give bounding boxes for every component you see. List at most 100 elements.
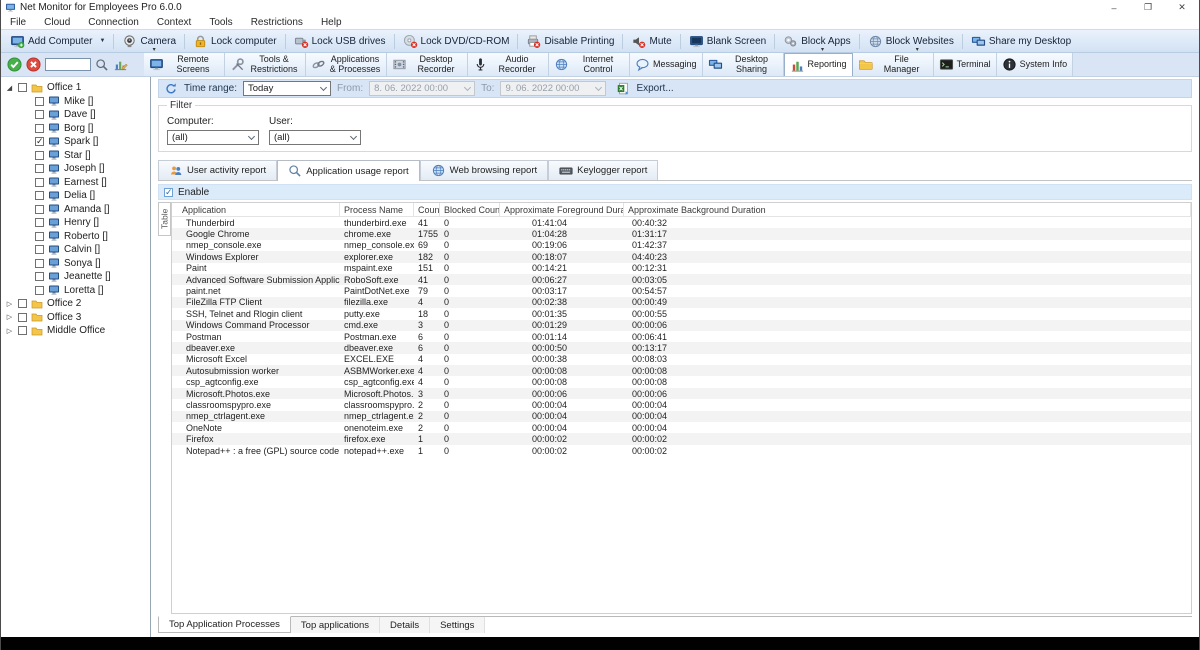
tree-checkbox[interactable]	[35, 286, 44, 295]
tree-checkbox[interactable]	[35, 272, 44, 281]
expand-icon[interactable]: ▷	[5, 300, 14, 308]
user-filter-select[interactable]: (all)	[269, 130, 361, 145]
tree-checkbox[interactable]	[35, 218, 44, 227]
tab-desktop-sharing[interactable]: Desktop Sharing	[703, 53, 784, 76]
search-icon[interactable]	[95, 58, 109, 72]
tab-tools-restrictions[interactable]: Tools & Restrictions	[225, 53, 306, 76]
time-range-select[interactable]: Today	[243, 81, 331, 96]
table-row[interactable]: nmep_ctrlagent.exenmep_ctrlagent.exe2000…	[172, 411, 1191, 422]
tree-group-office-1[interactable]: ◢Office 1	[1, 81, 150, 95]
tree-item-earnest[interactable]: Earnest []	[1, 176, 150, 190]
table-row[interactable]: Windows Explorerexplorer.exe182000:18:07…	[172, 251, 1191, 262]
bottom-tab-top-applications[interactable]: Top applications	[291, 617, 380, 633]
tab-file-manager[interactable]: File Manager	[853, 53, 934, 76]
table-row[interactable]: Windows Command Processorcmd.exe3000:01:…	[172, 320, 1191, 331]
bottom-tab-details[interactable]: Details	[380, 617, 430, 633]
column-header-approximate-foreground-duration[interactable]: Approximate Foreground Duration	[500, 203, 624, 216]
table-row[interactable]: Firefoxfirefox.exe1000:00:0200:00:02	[172, 433, 1191, 444]
tree-item-delia[interactable]: Delia []	[1, 189, 150, 203]
bottom-tab-settings[interactable]: Settings	[430, 617, 485, 633]
tree-item-henry[interactable]: Henry []	[1, 216, 150, 230]
table-row[interactable]: FileZilla FTP Clientfilezilla.exe4000:02…	[172, 297, 1191, 308]
toolbar-camera-button[interactable]: Camera▾	[115, 30, 183, 52]
tree-checkbox[interactable]	[35, 124, 44, 133]
table-row[interactable]: Google Chromechrome.exe1755001:04:2801:3…	[172, 228, 1191, 239]
toolbar-lock-dvd-cd-rom-button[interactable]: Lock DVD/CD-ROM	[396, 30, 517, 52]
search-input[interactable]	[45, 58, 91, 71]
tree-checkbox[interactable]	[18, 326, 27, 335]
column-header-approximate-background-duration[interactable]: Approximate Background Duration	[624, 203, 1191, 216]
tree-item-spark[interactable]: Spark []	[1, 135, 150, 149]
tree-checkbox[interactable]	[35, 232, 44, 241]
table-row[interactable]: Autosubmission workerASBMWorker.exe4000:…	[172, 365, 1191, 376]
tree-checkbox[interactable]	[35, 151, 44, 160]
toolbar-mute-button[interactable]: Mute	[624, 30, 678, 52]
tree-checkbox[interactable]	[35, 259, 44, 268]
menu-restrictions[interactable]: Restrictions	[242, 17, 312, 28]
tree-checkbox[interactable]	[35, 137, 44, 146]
tab-internet-control[interactable]: Internet Control	[549, 53, 630, 76]
table-row[interactable]: csp_agtconfig.execsp_agtconfig.exe4000:0…	[172, 376, 1191, 387]
toolbar-disable-printing-button[interactable]: Disable Printing	[519, 30, 621, 52]
collapse-icon[interactable]: ◢	[5, 84, 14, 92]
expand-icon[interactable]: ▷	[5, 327, 14, 335]
report-tab-web-browsing-report[interactable]: Web browsing report	[420, 160, 548, 180]
report-tab-keylogger-report[interactable]: Keylogger report	[548, 160, 658, 180]
toolbar-lock-usb-drives-button[interactable]: Lock USB drives	[287, 30, 393, 52]
table-side-tab[interactable]: Table	[158, 202, 171, 236]
tab-terminal[interactable]: Terminal	[934, 53, 997, 76]
tab-audio-recorder[interactable]: Audio Recorder	[468, 53, 549, 76]
tree-item-dave[interactable]: Dave []	[1, 108, 150, 122]
column-header-application[interactable]: Application	[172, 203, 340, 216]
column-header-count[interactable]: Count	[414, 203, 440, 216]
table-row[interactable]: Microsoft ExcelEXCEL.EXE4000:00:3800:08:…	[172, 354, 1191, 365]
table-row[interactable]: Microsoft.Photos.exeMicrosoft.Photos.exe…	[172, 388, 1191, 399]
tab-reporting[interactable]: Reporting	[784, 53, 853, 76]
tree-checkbox[interactable]	[18, 299, 27, 308]
tree-group-middle-office[interactable]: ▷Middle Office	[1, 324, 150, 338]
menu-tools[interactable]: Tools	[200, 17, 241, 28]
toolbar-add-computer-button[interactable]: Add Computer▼	[3, 30, 112, 52]
toolbar-block-apps-button[interactable]: Block Apps▾	[776, 30, 857, 52]
table-row[interactable]: nmep_console.exenmep_console.exe69000:19…	[172, 240, 1191, 251]
tree-checkbox[interactable]	[35, 245, 44, 254]
toolbar-block-websites-button[interactable]: Block Websites▾	[861, 30, 961, 52]
tree-item-jeanette[interactable]: Jeanette []	[1, 270, 150, 284]
refresh-icon[interactable]	[164, 82, 178, 96]
enable-checkbox[interactable]	[164, 188, 173, 197]
tree-item-loretta[interactable]: Loretta []	[1, 284, 150, 298]
tree-checkbox[interactable]	[35, 178, 44, 187]
report-tab-user-activity-report[interactable]: User activity report	[158, 160, 277, 180]
tree-item-sonya[interactable]: Sonya []	[1, 257, 150, 271]
menu-context[interactable]: Context	[148, 17, 200, 28]
tab-desktop-recorder[interactable]: Desktop Recorder	[387, 53, 468, 76]
tree-group-office-3[interactable]: ▷Office 3	[1, 311, 150, 325]
tree-checkbox[interactable]	[35, 110, 44, 119]
tab-applications-processes[interactable]: Applications & Processes	[306, 53, 387, 76]
tree-item-star[interactable]: Star []	[1, 149, 150, 163]
export-button[interactable]: Export...	[636, 83, 673, 94]
table-row[interactable]: paint.netPaintDotNet.exe79000:03:1700:54…	[172, 285, 1191, 296]
export-excel-icon[interactable]	[616, 82, 630, 96]
table-row[interactable]: Thunderbirdthunderbird.exe41001:41:0400:…	[172, 217, 1191, 228]
tree-item-calvin[interactable]: Calvin []	[1, 243, 150, 257]
tree-item-roberto[interactable]: Roberto []	[1, 230, 150, 244]
minimize-button[interactable]: –	[1097, 0, 1131, 15]
maximize-button[interactable]: ❐	[1131, 0, 1165, 15]
column-header-process-name[interactable]: Process Name	[340, 203, 414, 216]
tree-group-office-2[interactable]: ▷Office 2	[1, 297, 150, 311]
tree-checkbox[interactable]	[35, 191, 44, 200]
table-row[interactable]: Notepad++ : a free (GPL) source code edi…	[172, 445, 1191, 456]
table-row[interactable]: Paintmspaint.exe151000:14:2100:12:31	[172, 263, 1191, 274]
toolbar-lock-computer-button[interactable]: Lock computer	[186, 30, 284, 52]
table-row[interactable]: SSH, Telnet and Rlogin clientputty.exe18…	[172, 308, 1191, 319]
tab-remote-screens[interactable]: Remote Screens	[144, 53, 225, 76]
expand-icon[interactable]: ▷	[5, 313, 14, 321]
connect-ok-icon[interactable]	[7, 57, 22, 72]
disconnect-icon[interactable]	[26, 57, 41, 72]
tree-checkbox[interactable]	[35, 205, 44, 214]
table-row[interactable]: OneNoteonenoteim.exe2000:00:0400:00:04	[172, 422, 1191, 433]
report-tab-application-usage-report[interactable]: Application usage report	[277, 160, 419, 181]
table-row[interactable]: dbeaver.exedbeaver.exe6000:00:5000:13:17	[172, 342, 1191, 353]
tree-item-borg[interactable]: Borg []	[1, 122, 150, 136]
